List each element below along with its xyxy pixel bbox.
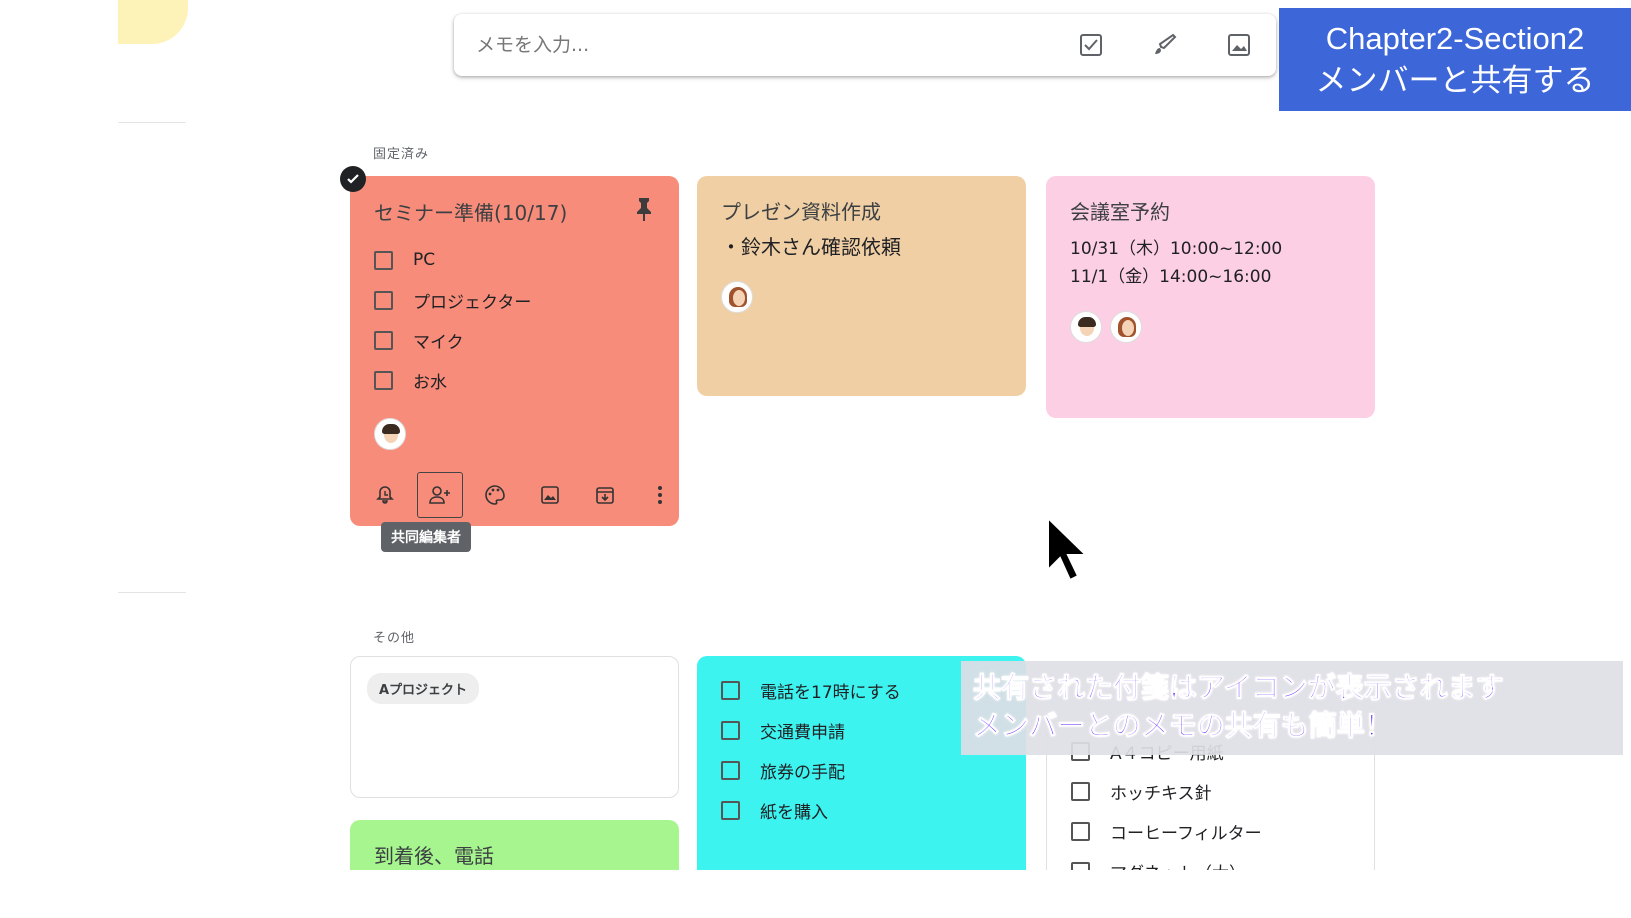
checkbox[interactable] xyxy=(374,250,393,270)
list-item[interactable]: プロジェクター xyxy=(374,280,655,320)
tooltip: 共同編集者 xyxy=(381,522,471,552)
collaborator-avatar[interactable] xyxy=(721,281,753,313)
note-seminar[interactable]: セミナー準備(10/17) PC プロジェクター マイク お水 xyxy=(350,176,679,526)
checkbox[interactable] xyxy=(721,720,740,740)
note-body: ・鈴木さん確認依頼 xyxy=(721,235,901,259)
collaborator-icon[interactable] xyxy=(417,472,463,518)
list-item[interactable]: 交通費申請 xyxy=(721,710,1002,750)
note-title: プレゼン資料作成 xyxy=(721,200,881,224)
brush-icon[interactable] xyxy=(1150,30,1180,60)
note-input[interactable] xyxy=(476,34,1032,56)
checklist: PC プロジェクター マイク お水 xyxy=(374,240,655,400)
checkbox[interactable] xyxy=(1071,781,1090,801)
chapter-title: Chapter2-Section2 xyxy=(1325,21,1585,56)
checkbox[interactable] xyxy=(374,370,393,390)
note-presentation[interactable]: プレゼン資料作成 ・鈴木さん確認依頼 xyxy=(697,176,1026,396)
note-title: 到着後、電話 xyxy=(374,844,494,868)
list-item[interactable]: 電話を17時にする xyxy=(721,670,1002,710)
checkbox[interactable] xyxy=(374,330,393,350)
checkbox[interactable] xyxy=(721,760,740,780)
list-item[interactable]: コーヒーフィルター xyxy=(1071,811,1350,851)
sidebar-divider xyxy=(118,592,186,593)
caption-line: 共有された付箋はアイコンが表示されます xyxy=(973,671,1505,705)
list-item[interactable]: 旅券の手配 xyxy=(721,750,1002,790)
note-meeting-room[interactable]: 会議室予約 10/31（木）10:00~12:00 11/1（金）14:00~1… xyxy=(1046,176,1375,418)
sidebar-divider xyxy=(118,122,186,123)
reminder-icon[interactable] xyxy=(362,472,408,518)
checkbox-icon[interactable] xyxy=(1076,30,1106,60)
take-note-bar[interactable] xyxy=(454,14,1276,76)
chapter-subtitle: メンバーと共有する xyxy=(1315,63,1595,98)
list-item[interactable]: マイク xyxy=(374,320,655,360)
list-item[interactable]: お水 xyxy=(374,360,655,400)
note-line: 10/31（木）10:00~12:00 xyxy=(1070,239,1283,259)
archive-icon[interactable] xyxy=(582,472,628,518)
collaborator-avatar[interactable] xyxy=(1070,311,1102,343)
pinned-label: 固定済み xyxy=(373,147,430,162)
pin-icon[interactable] xyxy=(633,196,655,226)
label-chip[interactable]: Aプロジェクト xyxy=(367,673,480,704)
select-check-icon[interactable] xyxy=(340,166,366,192)
list-item[interactable]: PC xyxy=(374,240,655,280)
list-item[interactable]: ホッチキス針 xyxy=(1071,771,1350,811)
checkbox[interactable] xyxy=(721,680,740,700)
collaborator-avatar[interactable] xyxy=(374,418,406,450)
others-label: その他 xyxy=(373,631,416,646)
checkbox[interactable] xyxy=(1071,821,1090,841)
note-title: セミナー準備(10/17) xyxy=(374,200,568,225)
bottom-margin xyxy=(0,870,1631,918)
chapter-banner: Chapter2-Section2 メンバーと共有する xyxy=(1279,8,1631,111)
sidebar-active-highlight xyxy=(118,0,188,44)
note-toolbar xyxy=(362,472,692,518)
palette-icon[interactable] xyxy=(472,472,518,518)
note-title: 会議室予約 xyxy=(1070,200,1170,224)
caption-line: メンバーとのメモの共有も簡単！ xyxy=(973,709,1394,743)
image-icon[interactable] xyxy=(527,472,573,518)
mouse-cursor-icon xyxy=(1046,515,1090,586)
video-caption: 共有された付箋はアイコンが表示されます メンバーとのメモの共有も簡単！ xyxy=(961,661,1623,755)
note-line: 11/1（金）14:00~16:00 xyxy=(1070,267,1272,287)
checkbox[interactable] xyxy=(721,800,740,820)
note-project[interactable]: Aプロジェクト xyxy=(350,656,679,798)
checkbox[interactable] xyxy=(374,290,393,310)
image-icon[interactable] xyxy=(1224,30,1254,60)
list-item[interactable]: 紙を購入 xyxy=(721,790,1002,830)
more-icon[interactable] xyxy=(637,472,683,518)
collaborator-avatar[interactable] xyxy=(1110,311,1142,343)
